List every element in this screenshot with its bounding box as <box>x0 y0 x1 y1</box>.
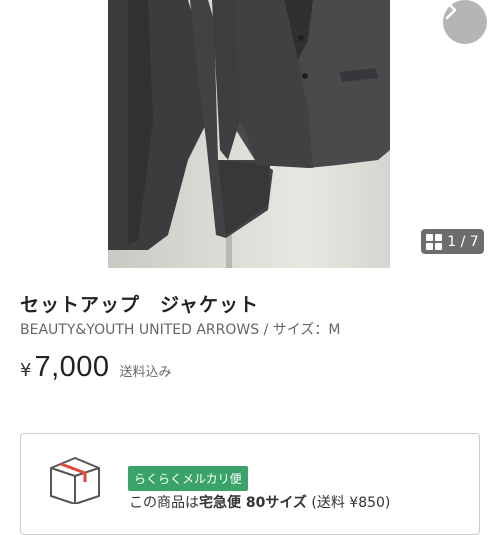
shipping-note: この商品は宅急便 80サイズ (送料 ¥850) <box>129 492 390 512</box>
shipping-note-size: 宅急便 80サイズ <box>199 495 307 511</box>
suit-photo-illustration <box>108 0 390 268</box>
next-image-button[interactable] <box>443 0 487 44</box>
currency-symbol: ¥ <box>20 360 32 381</box>
price-value: 7,000 <box>34 351 110 383</box>
shipping-included-label: 送料込み <box>119 365 172 380</box>
image-counter-text: 1 / 7 <box>447 233 479 250</box>
brand-size-link[interactable]: BEAUTY&YOUTH UNITED ARROWS / サイズ：M <box>20 319 340 339</box>
shipping-info-card: らくらくメルカリ便 この商品は宅急便 80サイズ (送料 ¥850) <box>20 433 480 535</box>
grid-icon <box>426 233 443 250</box>
image-counter[interactable]: 1 / 7 <box>421 229 484 254</box>
shipping-method-badge: らくらくメルカリ便 <box>128 466 248 491</box>
price-row: ¥ 7,000 送料込み <box>20 351 172 384</box>
chevron-right-icon <box>445 0 457 20</box>
product-title: セットアップ ジャケット <box>20 294 260 316</box>
shipping-note-prefix: この商品は <box>129 495 199 511</box>
product-photo <box>108 0 390 268</box>
box-icon <box>50 457 100 504</box>
shipping-note-fee: (送料 ¥850) <box>306 495 391 511</box>
product-image-carousel[interactable]: 1 / 7 <box>0 0 500 268</box>
